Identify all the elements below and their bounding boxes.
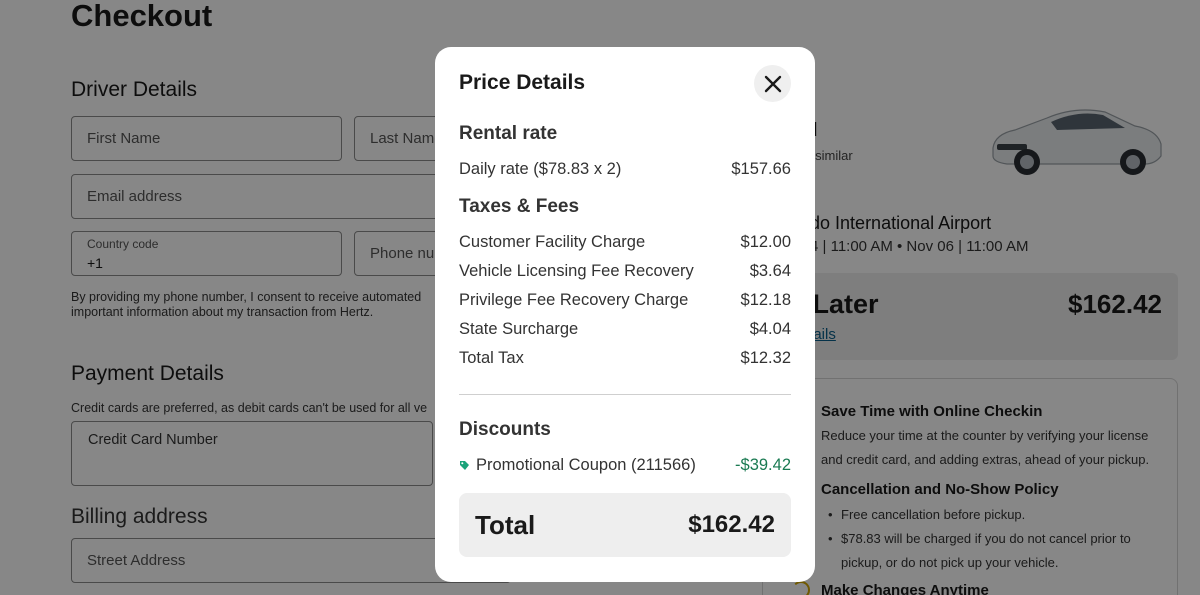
tax-row-amount: $3.64	[749, 262, 791, 280]
tax-row: Privilege Fee Recovery Charge $12.18	[459, 291, 791, 310]
price-row-amount: $157.66	[731, 160, 791, 178]
tax-row-amount: $12.32	[740, 349, 791, 367]
tax-row: Total Tax $12.32	[459, 349, 791, 368]
discount-row-label: Promotional Coupon (211566)	[476, 456, 696, 474]
tax-row-label: State Surcharge	[459, 320, 579, 338]
taxes-fees-title: Taxes & Fees	[459, 196, 580, 217]
tax-row: State Surcharge $4.04	[459, 320, 791, 339]
close-icon	[764, 75, 781, 92]
discount-row-amount: -$39.42	[735, 456, 791, 474]
tax-row-label: Vehicle Licensing Fee Recovery	[459, 262, 694, 280]
tag-icon	[460, 461, 469, 470]
tax-row-label: Customer Facility Charge	[459, 233, 646, 251]
price-row-label: Daily rate ($78.83 x 2)	[459, 160, 622, 178]
discount-row-label-wrap: Promotional Coupon (211566)	[459, 456, 696, 475]
divider	[459, 394, 791, 395]
discounts-title: Discounts	[459, 419, 551, 440]
total-box: Total $162.42	[459, 493, 791, 557]
tax-row: Vehicle Licensing Fee Recovery $3.64	[459, 262, 791, 281]
discount-row: Promotional Coupon (211566) -$39.42	[459, 456, 791, 475]
tax-row-label: Privilege Fee Recovery Charge	[459, 291, 689, 309]
rental-rate-title: Rental rate	[459, 123, 558, 144]
total-label: Total	[475, 509, 536, 540]
tax-row-amount: $12.18	[740, 291, 791, 309]
tax-row-amount: $4.04	[749, 320, 791, 338]
price-details-modal: Price Details Rental rate Daily rate ($7…	[435, 47, 815, 582]
close-button[interactable]	[754, 65, 791, 102]
price-row: Daily rate ($78.83 x 2) $157.66	[459, 160, 791, 179]
tax-row-amount: $12.00	[740, 233, 791, 251]
modal-title: Price Details	[459, 71, 586, 94]
tax-row: Customer Facility Charge $12.00	[459, 233, 791, 252]
tax-row-label: Total Tax	[459, 349, 524, 367]
total-amount: $162.42	[688, 511, 775, 538]
